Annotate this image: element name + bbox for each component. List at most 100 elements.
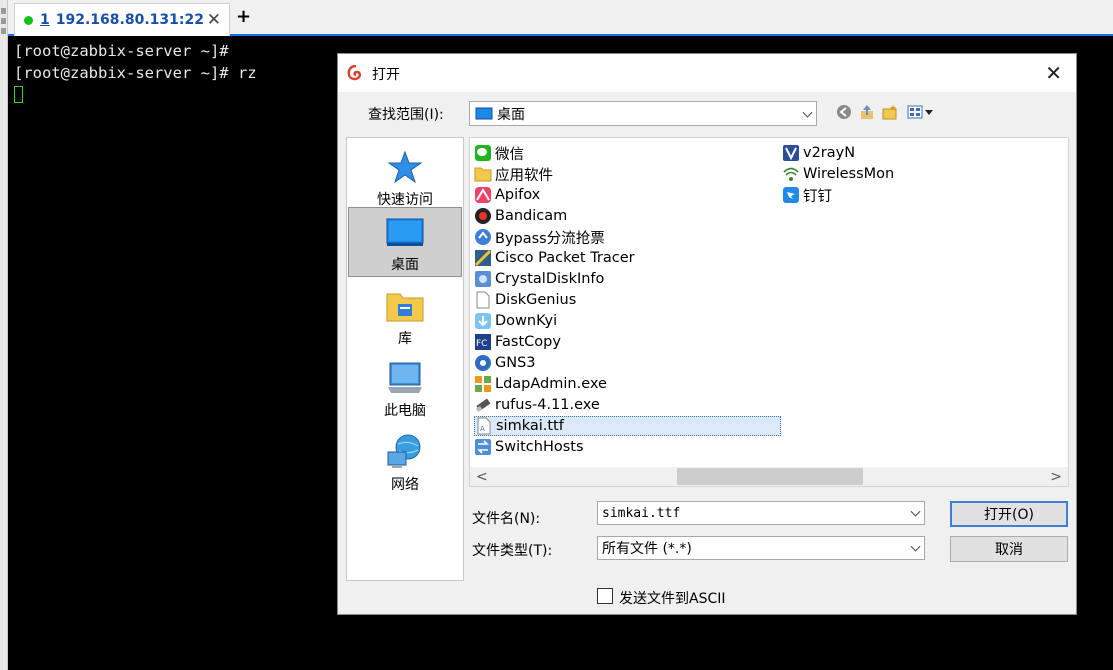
file-name: Apifox (495, 187, 541, 203)
list-item[interactable]: DiskGenius (474, 290, 576, 310)
dialog-titlebar: 打开 ✕ (338, 54, 1076, 92)
session-tab-bar: 1 192.168.80.131:22 ✕ + (8, 0, 1113, 36)
downkyi-icon (475, 313, 491, 329)
close-icon[interactable]: ✕ (1045, 61, 1062, 85)
file-name: Bandicam (495, 208, 568, 224)
scroll-right-icon[interactable]: > (1050, 469, 1062, 485)
terminal-cursor (14, 86, 23, 103)
open-button[interactable]: 打开(O) (950, 501, 1068, 527)
app-logo-icon (347, 65, 361, 81)
usb-icon (475, 398, 491, 413)
terminal-line: [root@zabbix-server ~]# (14, 42, 229, 60)
list-item[interactable]: LdapAdmin.exe (474, 374, 607, 394)
chevron-down-icon[interactable] (910, 541, 921, 552)
lookin-value: 桌面 (497, 106, 525, 123)
svg-text:A: A (480, 425, 485, 433)
place-desktop[interactable]: 桌面 (348, 207, 462, 277)
place-library[interactable]: 库 (348, 282, 462, 352)
open-file-dialog: 打开 ✕ 查找范围(I): 桌面 快速访问 桌面 库 此电脑 网络 微信 应用软… (337, 53, 1077, 615)
file-name: rufus-4.11.exe (495, 397, 600, 413)
filetype-value: 所有文件 (*.*) (602, 541, 692, 557)
list-item[interactable]: Bypass分流抢票 (474, 227, 605, 247)
file-name: FastCopy (495, 334, 561, 350)
place-quick-access[interactable]: 快速访问 (348, 143, 462, 213)
file-name: Cisco Packet Tracer (495, 250, 635, 266)
view-list-icon (907, 105, 933, 119)
place-this-pc[interactable]: 此电脑 (348, 354, 462, 424)
send-ascii-label: 发送文件到ASCII (619, 591, 726, 607)
list-item[interactable]: CrystalDiskInfo (474, 269, 604, 289)
place-network[interactable]: 网络 (348, 428, 462, 498)
tab-number: 1 (40, 12, 50, 28)
desktop-icon (386, 218, 424, 246)
file-name: Bypass分流抢票 (495, 230, 605, 247)
connected-status-icon (24, 15, 33, 25)
filetype-select[interactable]: 所有文件 (*.*) (597, 536, 925, 560)
file-name: WirelessMon (803, 166, 895, 182)
apifox-icon (475, 187, 491, 203)
computer-icon (388, 362, 422, 393)
chevron-down-icon[interactable] (910, 506, 921, 517)
list-item[interactable]: DownKyi (474, 311, 557, 331)
list-item[interactable]: FC FastCopy (474, 332, 561, 352)
bypass-icon (475, 229, 491, 245)
terminal-line: [root@zabbix-server ~]# rz (14, 64, 257, 82)
v2rayn-icon (783, 145, 799, 161)
crystaldiskinfo-icon (475, 271, 491, 287)
scrollbar-thumb[interactable] (677, 468, 863, 485)
list-item[interactable]: 钉钉 (782, 185, 832, 205)
file-name: SwitchHosts (495, 439, 584, 455)
cancel-button[interactable]: 取消 (950, 536, 1068, 562)
list-item[interactable]: Cisco Packet Tracer (474, 248, 635, 268)
dialog-title: 打开 (372, 67, 400, 83)
ldapadmin-icon (475, 376, 491, 392)
list-item[interactable]: Apifox (474, 185, 540, 205)
list-item-selected[interactable]: A simkai.ttf (474, 416, 781, 436)
place-label: 网络 (391, 477, 419, 493)
lookin-combo[interactable]: 桌面 (469, 101, 817, 126)
filename-label: 文件名(N): (472, 511, 541, 527)
filetype-label: 文件类型(T): (472, 543, 553, 559)
up-folder-icon (861, 105, 873, 119)
scroll-left-icon[interactable]: < (476, 469, 488, 485)
list-item[interactable]: SwitchHosts (474, 437, 584, 457)
send-ascii-checkbox[interactable] (597, 588, 613, 604)
horizontal-scrollbar[interactable]: < > (470, 467, 1068, 486)
file-name: v2rayN (803, 145, 856, 161)
file-name: CrystalDiskInfo (495, 271, 605, 287)
list-item[interactable]: v2rayN (782, 143, 855, 163)
place-label: 快速访问 (377, 192, 433, 208)
file-name: DownKyi (495, 313, 558, 329)
network-icon (387, 434, 421, 468)
filename-input[interactable]: simkai.ttf (597, 501, 925, 525)
file-name: DiskGenius (495, 292, 577, 308)
star-icon (387, 150, 423, 184)
new-tab-button[interactable]: + (236, 6, 251, 27)
font-file-icon: A (477, 417, 491, 435)
up-folder-button[interactable] (858, 103, 876, 121)
filename-value: simkai.ttf (602, 505, 681, 521)
list-item[interactable]: rufus-4.11.exe (474, 395, 600, 415)
view-menu-button[interactable] (906, 103, 936, 121)
new-folder-button[interactable] (881, 103, 899, 121)
places-bar: 快速访问 桌面 库 此电脑 网络 (346, 137, 464, 581)
list-item[interactable]: WirelessMon (782, 164, 894, 184)
chevron-down-icon[interactable] (802, 107, 813, 118)
list-item[interactable]: Bandicam (474, 206, 567, 226)
file-name: 钉钉 (803, 188, 832, 205)
list-item[interactable]: 应用软件 (474, 164, 553, 184)
bandicam-icon (475, 208, 491, 224)
list-item[interactable]: GNS3 (474, 353, 536, 373)
file-name: 应用软件 (495, 167, 553, 184)
svg-text:FC: FC (476, 339, 487, 349)
back-icon (837, 105, 851, 119)
cisco-packet-tracer-icon (474, 249, 492, 267)
session-tab[interactable]: 1 192.168.80.131:22 ✕ (14, 3, 230, 36)
place-label: 此电脑 (384, 403, 426, 419)
list-item[interactable]: 微信 (474, 143, 524, 163)
back-button[interactable] (835, 103, 853, 121)
close-tab-icon[interactable]: ✕ (207, 10, 221, 30)
left-edge-strip (0, 0, 8, 670)
file-list[interactable]: 微信 应用软件 Apifox Bandicam Bypass分流抢票 Cisco… (469, 137, 1069, 487)
lookin-label: 查找范围(I): (368, 107, 444, 123)
